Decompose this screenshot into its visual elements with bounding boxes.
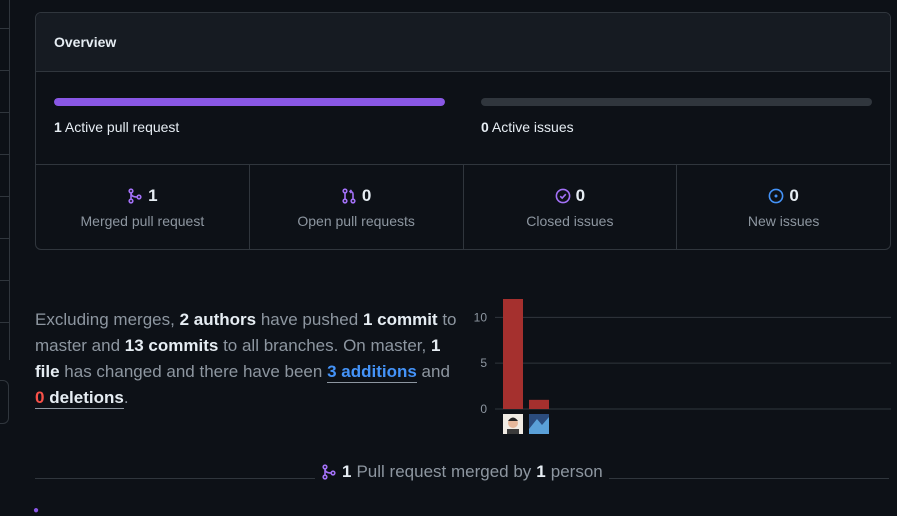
sidebar-divider [0,28,9,29]
git-pull-request-icon [342,187,356,204]
overview-bars: 1 Active pull request 0 Active issues [36,72,890,165]
issue-opened-icon [768,188,784,203]
pull-requests-count: 1 [54,119,62,135]
author-avatar[interactable] [503,414,523,434]
merged-by-summary: 1 Pull request merged by 1 person [321,462,603,482]
author-avatar[interactable] [529,414,549,434]
people-count: 1 [536,462,546,481]
issues-label: 0 Active issues [481,119,872,135]
stat-label: Closed issues [526,212,614,229]
summary-text: has changed and there have been [64,362,323,381]
sidebar-box[interactable] [0,380,9,424]
summary-text: to all branches. On master, [223,336,427,355]
stat-label: New issues [747,212,820,229]
issues-summary[interactable]: 0 Active issues [463,72,890,164]
commit-summary: Excluding merges, 2 authors have pushed … [35,307,463,411]
summary-text: . [123,388,129,407]
deletions-link[interactable]: 0 deletions [35,388,124,409]
pull-requests-progress [54,98,445,106]
master-commits-count: 1 commit [362,310,438,329]
stat-value: 0 [361,185,372,205]
pull-requests-label: 1 Active pull request [54,119,445,135]
stat-value: 0 [575,185,586,205]
sidebar-divider [0,280,9,281]
all-branches-commits-count: 13 commits [124,336,219,355]
sidebar-divider [0,112,9,113]
issues-text: Active issues [491,119,574,135]
merged-by-divider: 1 Pull request merged by 1 person [35,460,889,486]
summary-text: and [421,362,450,381]
stat-closed-issues[interactable]: 0 Closed issues [464,165,678,249]
deletions-count: 0 [35,388,45,407]
issues-count: 0 [481,119,489,135]
summary-text: have pushed [260,310,359,329]
stat-value: 1 [148,185,158,205]
sidebar-divider [0,196,9,197]
git-merge-icon [128,187,142,204]
merged-by-text: person [550,462,603,481]
stat-open-pull-requests[interactable]: 0 Open pull requests [250,165,464,249]
git-merge-icon: ● [33,505,40,516]
chart-bar[interactable] [503,299,523,409]
pull-requests-text: Active pull request [64,119,180,135]
sidebar-divider [0,322,9,323]
stat-value: 0 [789,185,799,205]
divider-line [609,478,889,479]
additions-link[interactable]: 3 additions [327,362,417,383]
additions-count: 3 additions [327,362,417,381]
overview-card: Overview 1 Active pull request 0 Active … [35,12,891,250]
authors-count: 2 authors [179,310,257,329]
chart-y-tick-label: 5 [480,356,487,370]
left-sidebar [0,0,10,360]
issue-closed-icon [555,188,571,203]
pull-requests-progress-fill [54,98,445,106]
merged-by-text: Pull request merged by [356,462,532,481]
pull-requests-summary[interactable]: 1 Active pull request [36,72,463,164]
commits-by-author-chart: 0 5 10 [474,299,891,434]
merged-count: 1 [342,462,352,481]
chart-y-tick-label: 0 [480,402,487,416]
stat-label: Open pull requests [297,212,415,229]
sidebar-divider [0,154,9,155]
overview-title: Overview [36,13,890,72]
deletions-word: deletions [49,388,124,407]
chart-bar[interactable] [529,399,549,409]
stat-label: Merged pull request [80,212,205,229]
stat-merged-pull-requests[interactable]: 1 Merged pull request [36,165,250,249]
issues-progress [481,98,872,106]
sidebar-divider [0,238,9,239]
summary-text: Excluding merges, [35,310,175,329]
chart-y-tick-label: 10 [474,310,488,324]
sidebar-divider [0,70,9,71]
divider-line [35,478,315,479]
overview-stats: 1 Merged pull request 0 Open pull reques… [36,165,890,249]
git-merge-icon [322,464,336,480]
stat-new-issues[interactable]: 0 New issues [677,165,890,249]
